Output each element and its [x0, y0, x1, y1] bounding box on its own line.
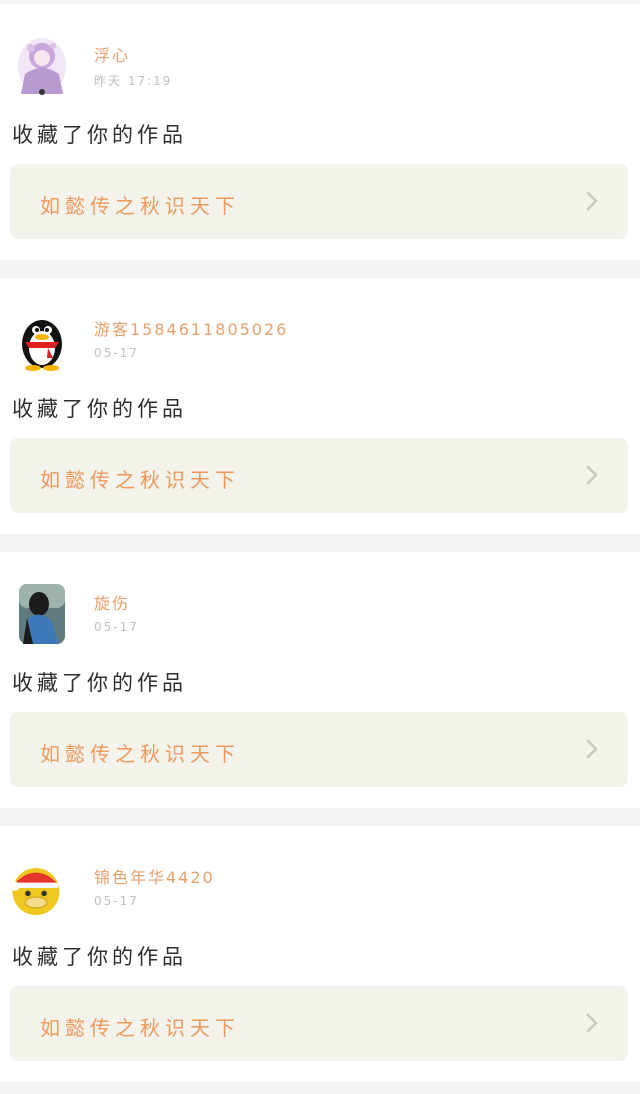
work-title: 如懿传之秋识天下	[40, 742, 240, 766]
timestamp: 昨天 17:19	[94, 74, 173, 88]
cartoon-duck-avatar-icon[interactable]	[8, 856, 64, 920]
work-link[interactable]: 如懿传之秋识天下	[10, 438, 628, 513]
work-title: 如懿传之秋识天下	[40, 1016, 240, 1040]
work-link[interactable]: 如懿传之秋识天下	[10, 986, 628, 1061]
username[interactable]: 浮心	[94, 42, 130, 66]
action-text: 收藏了你的作品	[12, 671, 187, 695]
work-link[interactable]: 如懿传之秋识天下	[10, 164, 628, 239]
notification-card: 旋伤 05-17 收藏了你的作品 如懿传之秋识天下	[0, 552, 640, 808]
notification-card: 浮心 昨天 17:19 收藏了你的作品 如懿传之秋识天下	[0, 4, 640, 260]
username[interactable]: 锦色年华4420	[94, 864, 215, 888]
chevron-right-icon	[586, 1013, 598, 1033]
work-title: 如懿传之秋识天下	[40, 468, 240, 492]
timestamp: 05-17	[94, 894, 139, 908]
notification-card: 锦色年华4420 05-17 收藏了你的作品 如懿传之秋识天下	[0, 826, 640, 1082]
work-title: 如懿传之秋识天下	[40, 194, 240, 218]
notification-card: 游客1584611805026 05-17 收藏了你的作品 如懿传之秋识天下	[0, 278, 640, 534]
action-text: 收藏了你的作品	[12, 397, 187, 421]
username[interactable]: 游客1584611805026	[94, 316, 288, 340]
action-text: 收藏了你的作品	[12, 945, 187, 969]
action-text: 收藏了你的作品	[12, 123, 187, 147]
photo-avatar-icon[interactable]	[14, 582, 70, 646]
qq-penguin-avatar-icon[interactable]	[14, 308, 70, 372]
anime-girl-avatar-icon[interactable]	[14, 34, 70, 98]
username[interactable]: 旋伤	[94, 590, 130, 614]
timestamp: 05-17	[94, 346, 139, 360]
work-link[interactable]: 如懿传之秋识天下	[10, 712, 628, 787]
chevron-right-icon	[586, 191, 598, 211]
chevron-right-icon	[586, 465, 598, 485]
timestamp: 05-17	[94, 620, 139, 634]
notification-feed: 浮心 昨天 17:19 收藏了你的作品 如懿传之秋识天下 游客158461180…	[0, 0, 640, 1094]
chevron-right-icon	[586, 739, 598, 759]
